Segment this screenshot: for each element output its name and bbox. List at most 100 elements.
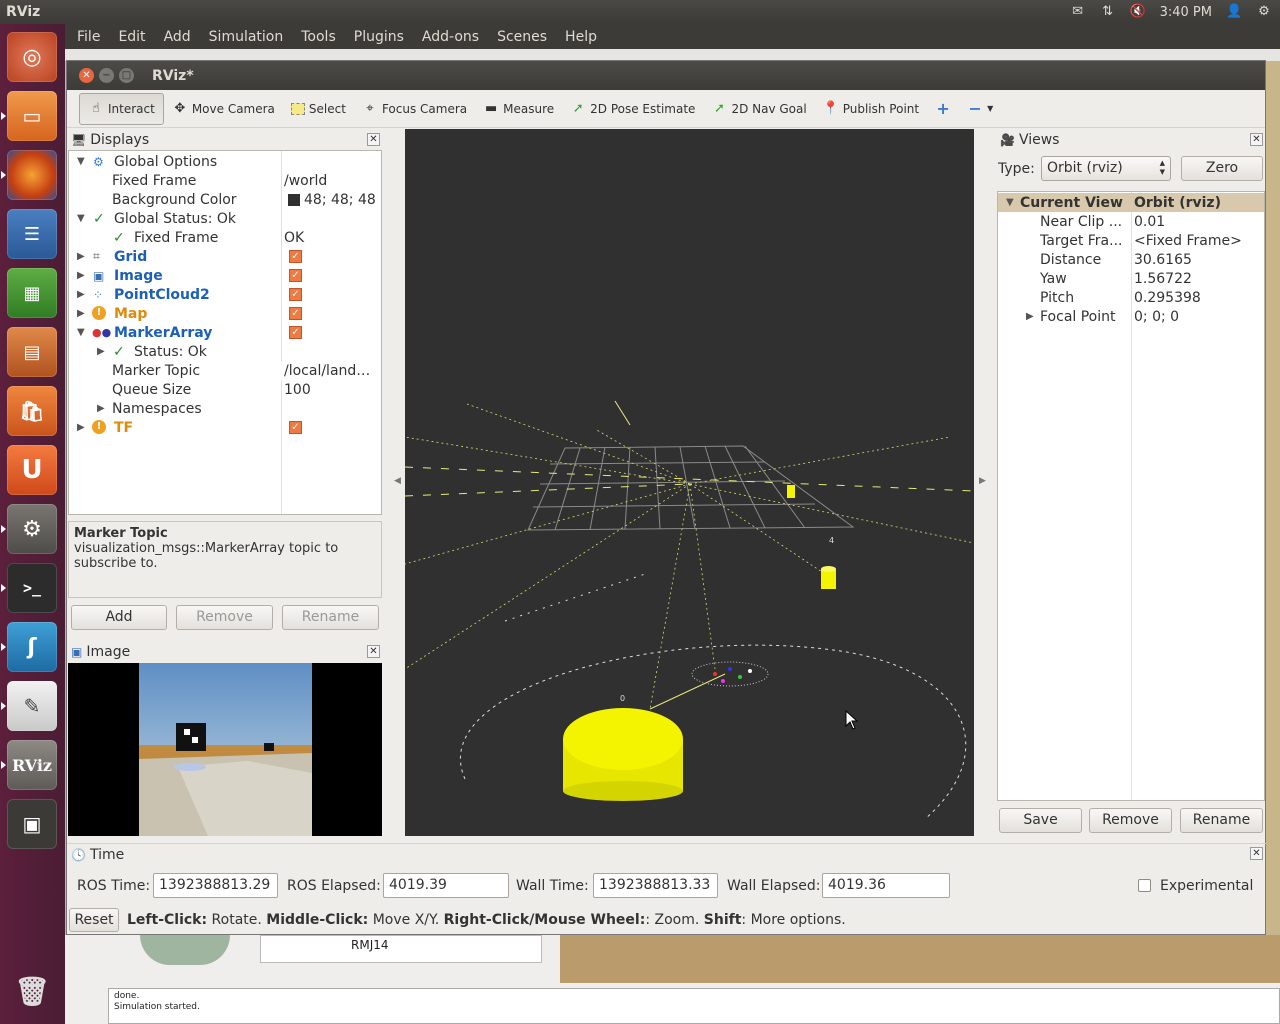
enabled-checkbox[interactable]: ✓ [289, 250, 302, 263]
render-viewport[interactable]: 0 4 [405, 129, 974, 836]
nav-goal-tool[interactable]: ➚ 2D Nav Goal [703, 93, 814, 125]
close-panel-icon[interactable]: ✕ [367, 133, 380, 146]
power-gear-icon[interactable]: ⚙ [1256, 5, 1272, 19]
clock[interactable]: 3:40 PM [1160, 5, 1212, 20]
wall-elapsed-field[interactable]: 4019.36 [822, 873, 950, 898]
interact-tool[interactable]: ☝ Interact [79, 92, 164, 125]
collapsed-arrow-icon[interactable]: ▶ [77, 251, 85, 262]
tree-row-grid[interactable]: ▶ ⌗ Grid ✓ [69, 247, 381, 266]
expanded-arrow-icon[interactable]: ▼ [77, 156, 85, 167]
menu-add-ons[interactable]: Add-ons [422, 29, 479, 45]
workspace-switcher-icon[interactable]: ▣ [7, 799, 57, 849]
tree-row-pointcloud2[interactable]: ▶ ⁘ PointCloud2 ✓ [69, 285, 381, 304]
mail-icon[interactable]: ✉ [1070, 5, 1086, 19]
3d-scene[interactable]: 0 4 [405, 129, 974, 836]
remove-display-button[interactable]: Remove [176, 605, 273, 630]
view-prop-distance[interactable]: Distance 30.6165 [998, 250, 1264, 269]
expanded-arrow-icon[interactable]: ▼ [77, 327, 85, 338]
ubuntu-one-icon[interactable]: U [7, 445, 57, 495]
reset-button[interactable]: Reset [69, 908, 119, 932]
expanded-arrow-icon[interactable]: ▼ [1006, 197, 1014, 208]
measure-tool[interactable]: ▬ Measure [475, 93, 562, 125]
trash-icon[interactable]: 🗑 [7, 966, 57, 1016]
minimize-window-icon[interactable]: − [99, 68, 114, 83]
view-prop-focal-point[interactable]: ▶ Focal Point 0; 0; 0 [998, 307, 1264, 326]
text-editor-icon[interactable]: ✎ [1, 681, 57, 731]
volume-muted-icon[interactable]: 🔇 [1130, 5, 1146, 19]
gazebo-icon[interactable]: ʃ [1, 622, 57, 672]
view-prop-value[interactable]: 0.01 [1134, 214, 1165, 230]
tree-row-namespaces[interactable]: ▶ Namespaces [69, 399, 381, 418]
add-tool-button[interactable]: + [927, 93, 959, 125]
network-icon[interactable]: ⇅ [1100, 5, 1116, 19]
close-window-icon[interactable]: ✕ [79, 68, 94, 83]
tree-row-marker-topic[interactable]: Marker Topic /local/land… [69, 361, 381, 380]
view-prop-pitch[interactable]: Pitch 0.295398 [998, 288, 1264, 307]
view-type-select[interactable]: Orbit (rviz) ▲ ▼ [1041, 156, 1171, 181]
collapsed-arrow-icon[interactable]: ▶ [77, 308, 85, 319]
writer-icon[interactable]: ☰ [7, 209, 57, 259]
tree-row-image[interactable]: ▶ ▣ Image ✓ [69, 266, 381, 285]
experimental-checkbox[interactable] [1138, 879, 1151, 892]
view-prop-value[interactable]: 1.56722 [1134, 271, 1192, 287]
view-prop-value[interactable]: 0; 0; 0 [1134, 309, 1179, 325]
remove-view-button[interactable]: Remove [1089, 808, 1172, 833]
collapsed-arrow-icon[interactable]: ▶ [77, 422, 85, 433]
impress-icon[interactable]: ▤ [7, 327, 57, 377]
color-swatch[interactable] [288, 194, 300, 206]
collapsed-arrow-icon[interactable]: ▶ [97, 346, 105, 357]
save-view-button[interactable]: Save [999, 808, 1082, 833]
tree-value[interactable]: /local/land… [284, 363, 370, 379]
system-settings-icon[interactable]: ⚙ [1, 504, 57, 554]
tree-row-fixed-frame[interactable]: Fixed Frame /world [69, 171, 381, 190]
close-panel-icon[interactable]: ✕ [367, 645, 380, 658]
select-tool[interactable]: Select [283, 93, 354, 125]
menu-edit[interactable]: Edit [118, 29, 145, 45]
software-center-icon[interactable]: 🛍 [7, 386, 57, 436]
move-camera-tool[interactable]: ✥ Move Camera [164, 93, 283, 125]
tree-row-map[interactable]: ▶ ! Map ✓ [69, 304, 381, 323]
viewport-right-splitter-arrow-icon[interactable]: ▶ [979, 476, 986, 486]
tree-row-queue-size[interactable]: Queue Size 100 [69, 380, 381, 399]
tree-row-marker-status[interactable]: ▶ ✓ Status: Ok [69, 342, 381, 361]
collapsed-arrow-icon[interactable]: ▶ [77, 270, 85, 281]
current-view-row[interactable]: ▼ Current View Orbit (rviz) [998, 193, 1264, 212]
tree-row-global-status[interactable]: ▼ ✓ Global Status: Ok [69, 209, 381, 228]
rename-view-button[interactable]: Rename [1180, 808, 1263, 833]
tree-row-markerarray[interactable]: ▼ ●● MarkerArray ✓ [69, 323, 381, 342]
enabled-checkbox[interactable]: ✓ [289, 307, 302, 320]
terminal-icon[interactable]: >_ [1, 563, 57, 613]
view-prop-near-clip[interactable]: Near Clip ... 0.01 [998, 212, 1264, 231]
viewport-left-splitter-arrow-icon[interactable]: ◀ [394, 476, 401, 486]
firefox-icon[interactable] [1, 150, 57, 200]
menu-plugins[interactable]: Plugins [354, 29, 404, 45]
zero-button[interactable]: Zero [1181, 156, 1263, 181]
maximize-window-icon[interactable]: □ [119, 68, 134, 83]
view-prop-yaw[interactable]: Yaw 1.56722 [998, 269, 1264, 288]
close-panel-icon[interactable]: ✕ [1250, 847, 1263, 860]
publish-point-tool[interactable]: 📍 Publish Point [815, 93, 927, 125]
collapsed-arrow-icon[interactable]: ▶ [77, 289, 85, 300]
view-prop-value[interactable]: <Fixed Frame> [1134, 233, 1242, 249]
collapsed-arrow-icon[interactable]: ▶ [97, 403, 105, 414]
menu-file[interactable]: File [77, 29, 100, 45]
ubuntu-home-icon[interactable]: ◎ [7, 32, 57, 82]
tree-value[interactable]: 48; 48; 48 [304, 192, 376, 208]
add-display-button[interactable]: Add [71, 605, 167, 630]
remove-tool-button[interactable]: − ▼ [959, 93, 1001, 125]
tree-value[interactable]: 100 [284, 382, 311, 398]
menu-simulation[interactable]: Simulation [209, 29, 284, 45]
window-titlebar[interactable]: ✕ − □ RViz* [67, 61, 1265, 90]
enabled-checkbox[interactable]: ✓ [289, 269, 302, 282]
enabled-checkbox[interactable]: ✓ [289, 421, 302, 434]
view-prop-value[interactable]: 30.6165 [1134, 252, 1192, 268]
expanded-arrow-icon[interactable]: ▼ [77, 213, 85, 224]
rename-display-button[interactable]: Rename [282, 605, 379, 630]
tree-value[interactable]: /world [284, 173, 327, 189]
enabled-checkbox[interactable]: ✓ [289, 326, 302, 339]
menu-scenes[interactable]: Scenes [497, 29, 547, 45]
calc-icon[interactable]: ▦ [7, 268, 57, 318]
tree-row-fixed-frame-status[interactable]: ✓ Fixed Frame OK [69, 228, 381, 247]
menu-help[interactable]: Help [565, 29, 597, 45]
ros-time-field[interactable]: 1392388813.29 [153, 873, 278, 898]
